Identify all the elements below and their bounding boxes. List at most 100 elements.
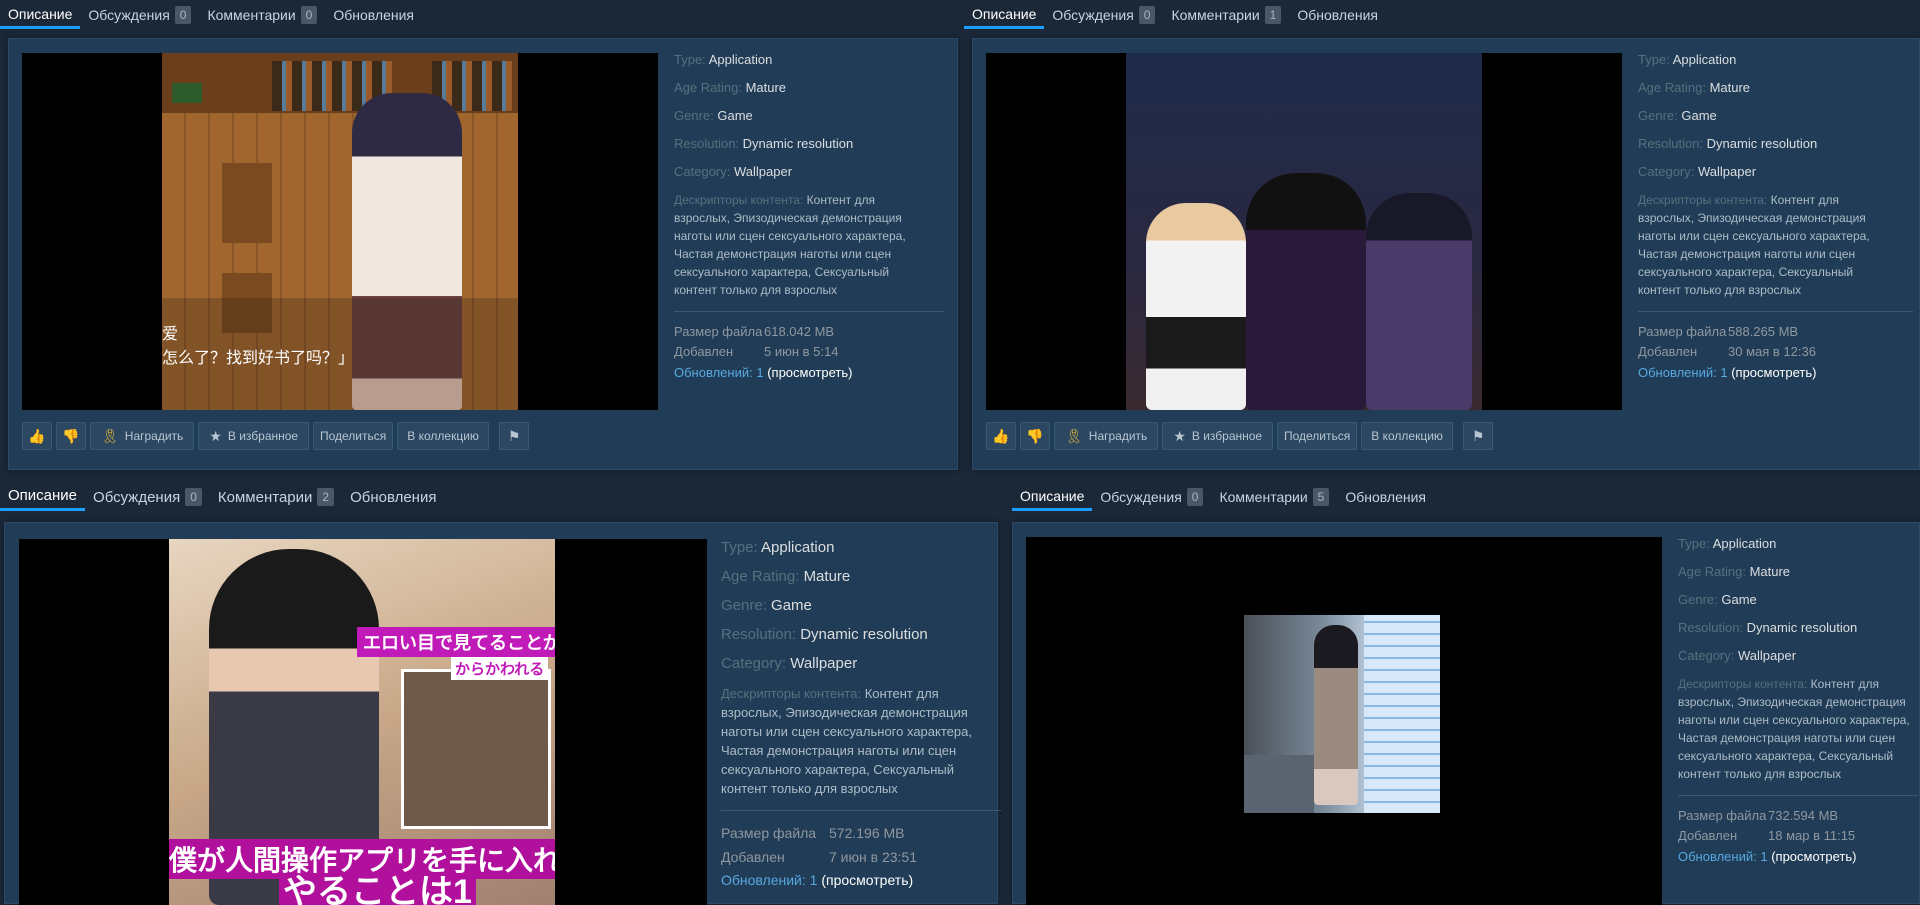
report-button[interactable]: ⚑ — [499, 422, 530, 450]
age-label: Age Rating: — [674, 80, 742, 95]
favorite-button[interactable]: ★ В избранное — [198, 422, 310, 450]
resolution-label: Resolution: — [1638, 136, 1704, 151]
tab-discussions[interactable]: Обсуждения 0 — [1044, 1, 1163, 29]
age-value: Mature — [1709, 80, 1751, 95]
dislike-button[interactable]: 👎 — [1020, 422, 1050, 450]
action-bar: 👍 👎 🎗 Наградить ★ В избранное Поделиться В… — [986, 422, 1494, 450]
genre-label: Genre: — [721, 597, 767, 614]
updates-link[interactable]: Обновлений: 1 (просмотреть) — [674, 362, 944, 384]
added-label: Добавлен — [721, 849, 785, 865]
item-tabs: Описание Обсуждения 0 Комментарии 0 Обновл… — [0, 0, 422, 30]
type-value: Application — [1672, 52, 1737, 67]
tab-description[interactable]: Описание — [1012, 483, 1093, 511]
tab-discussions-label: Обсуждения — [88, 7, 170, 23]
star-icon: ★ — [1173, 428, 1186, 444]
item-tabs: Описание Обсуждения 0 Комментарии 1 Обновл… — [964, 0, 1386, 30]
view-updates[interactable]: (просмотреть) — [767, 365, 852, 380]
desc-line-3: Частая демонстрация наготы или сцен — [1678, 731, 1896, 745]
item-details: Type: Application Age Rating: Mature Gen… — [1638, 51, 1913, 384]
share-button[interactable]: Поделиться — [313, 422, 394, 450]
age-label: Age Rating: — [721, 568, 800, 585]
report-button[interactable]: ⚑ — [1463, 422, 1494, 450]
desc-line-2: наготы или сцен сексуального характера, — [1638, 229, 1870, 243]
category-label: Category: — [1678, 648, 1735, 663]
preview-media[interactable] — [986, 53, 1622, 410]
tab-comments[interactable]: Комментарии 2 — [210, 483, 342, 511]
age-label: Age Rating: — [1678, 564, 1746, 579]
genre-value: Game — [1721, 592, 1757, 607]
desc-line-1: взрослых, Эпизодическая демонстрация — [721, 705, 968, 720]
tab-discussions[interactable]: Обсуждения 0 — [80, 1, 199, 29]
desc-line-5: контент только для взрослых — [1678, 767, 1842, 781]
file-size-label: Размер файла — [1638, 324, 1727, 339]
flag-icon: ⚑ — [1471, 428, 1485, 444]
like-button[interactable]: 👍 — [22, 422, 52, 450]
tab-description[interactable]: Описание — [0, 483, 86, 511]
preview-media[interactable]: エロい目で見てることが からかわれる 僕が人間操作アプリを手に入れ やることは1 — [19, 539, 707, 905]
updates-link[interactable]: Обновлений: 1 (просмотреть) — [1678, 846, 1918, 868]
tab-comments-label: Комментарии — [1219, 489, 1308, 505]
tab-discussions-label: Обсуждения — [1052, 7, 1134, 23]
preview-media[interactable] — [1026, 537, 1662, 905]
desc-line-0: Контент для — [1810, 677, 1879, 691]
tab-updates[interactable]: Обновления — [342, 483, 444, 511]
desc-line-1: взрослых, Эпизодическая демонстрация — [1678, 695, 1906, 709]
tab-discussions[interactable]: Обсуждения 0 — [85, 483, 210, 511]
tab-comments[interactable]: Комментарии 0 — [199, 1, 325, 29]
type-value: Application — [1712, 536, 1777, 551]
view-updates[interactable]: (просмотреть) — [821, 872, 913, 888]
updates-link[interactable]: Обновлений: 1 (просмотреть) — [721, 869, 1001, 891]
collection-label: В коллекцию — [407, 429, 479, 443]
content-descriptors: Дескрипторы контента: Контент для взросл… — [674, 191, 944, 299]
age-value: Mature — [745, 80, 787, 95]
item-card: Type: Application Age Rating: Mature Gen… — [1012, 522, 1920, 905]
added-label: Добавлен — [674, 344, 734, 359]
tab-comments[interactable]: Комментарии 1 — [1163, 1, 1289, 29]
resolution-value: Dynamic resolution — [1746, 620, 1858, 635]
tab-description[interactable]: Описание — [964, 1, 1045, 29]
share-button[interactable]: Поделиться — [1277, 422, 1358, 450]
tab-updates[interactable]: Обновления — [1337, 483, 1434, 511]
file-size-label: Размер файла — [674, 324, 763, 339]
collection-button[interactable]: В коллекцию — [397, 422, 490, 450]
view-updates[interactable]: (просмотреть) — [1731, 365, 1816, 380]
file-size-label: Размер файла — [721, 825, 817, 841]
desc-line-0: Контент для — [806, 193, 875, 207]
resolution-value: Dynamic resolution — [800, 626, 928, 643]
favorite-label: В избранное — [227, 429, 299, 443]
preview-image: エロい目で見てることが からかわれる 僕が人間操作アプリを手に入れ やることは1 — [169, 539, 555, 905]
content-descriptors: Дескрипторы контента: Контент для взросл… — [721, 684, 1001, 798]
type-value: Application — [708, 52, 773, 67]
discussions-count: 0 — [185, 488, 202, 506]
tab-discussions[interactable]: Обсуждения 0 — [1092, 483, 1211, 511]
genre-value: Game — [771, 597, 812, 614]
desc-line-3: Частая демонстрация наготы или сцен — [674, 247, 892, 261]
art-caption-4: やることは1 — [279, 875, 476, 905]
view-updates[interactable]: (просмотреть) — [1771, 849, 1856, 864]
dislike-button[interactable]: 👎 — [56, 422, 86, 450]
tab-comments[interactable]: Комментарии 5 — [1211, 483, 1337, 511]
file-size-value: 732.594 MB — [1768, 808, 1839, 823]
award-button[interactable]: 🎗 Наградить — [90, 422, 195, 450]
divider — [721, 810, 1001, 811]
share-label: Поделиться — [319, 429, 387, 443]
item-details: Type: Application Age Rating: Mature Gen… — [674, 51, 944, 384]
tab-updates-label: Обновления — [350, 488, 437, 506]
age-label: Age Rating: — [1638, 80, 1706, 95]
updates-link[interactable]: Обновлений: 1 (просмотреть) — [1638, 362, 1913, 384]
workshop-item-3: Описание Обсуждения 0 Комментарии 2 Обновл… — [0, 482, 1001, 905]
preview-media[interactable]: 爱 怎么了？找到好书了吗？」 — [22, 53, 658, 410]
updates-label: Обновлений: — [674, 365, 753, 380]
discussions-count: 0 — [1186, 488, 1204, 506]
desc-line-4: сексуального характера, Сексуальный — [1678, 749, 1894, 763]
resolution-label: Resolution: — [1678, 620, 1744, 635]
award-button[interactable]: 🎗 Наградить — [1054, 422, 1159, 450]
collection-button[interactable]: В коллекцию — [1361, 422, 1454, 450]
tab-updates[interactable]: Обновления — [325, 1, 422, 29]
like-button[interactable]: 👍 — [986, 422, 1016, 450]
tab-description[interactable]: Описание — [0, 1, 81, 29]
tab-updates[interactable]: Обновления — [1289, 1, 1386, 29]
desc-line-1: взрослых, Эпизодическая демонстрация — [674, 211, 902, 225]
age-value: Mature — [803, 568, 851, 585]
favorite-button[interactable]: ★ В избранное — [1162, 422, 1274, 450]
